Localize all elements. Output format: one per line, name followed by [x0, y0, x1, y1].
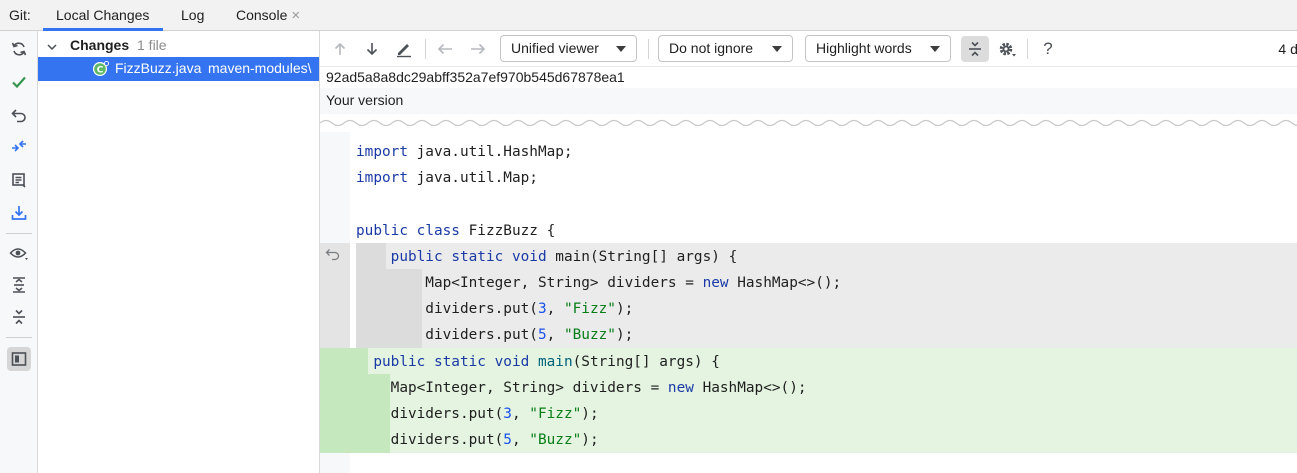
added-code-line: Map<Integer, String> dividers = new Hash… — [356, 379, 807, 396]
tab-local-changes[interactable]: Local Changes — [43, 0, 163, 31]
your-version-label: Your version — [326, 92, 404, 108]
viewer-mode-dropdown[interactable]: Unified viewer — [500, 35, 637, 62]
removed-code-line: dividers.put(5, "Buzz"); — [356, 327, 634, 344]
toolbar-separator — [425, 39, 426, 59]
help-icon[interactable]: ? — [1036, 37, 1060, 61]
chevron-down-icon — [616, 46, 626, 52]
code-line: import java.util.Map; — [356, 170, 538, 187]
added-code-line: dividers.put(5, "Buzz"); — [356, 432, 599, 449]
forward-arrow-icon[interactable] — [466, 37, 490, 61]
chevron-down-icon — [772, 46, 782, 52]
viewer-mode-value: Unified viewer — [511, 40, 599, 56]
toolbar-separator — [6, 233, 32, 234]
refresh-icon[interactable] — [7, 37, 31, 61]
chevron-down-icon — [930, 46, 940, 52]
revert-change-icon[interactable] — [324, 246, 342, 265]
collapse-all-icon[interactable] — [7, 305, 31, 329]
removed-code-line: dividers.put(3, "Fizz"); — [356, 301, 634, 318]
file-name: FizzBuzz.java — [115, 60, 202, 76]
chevron-down-icon[interactable] — [46, 40, 58, 56]
tree-file-item[interactable]: C FizzBuzz.java maven-modules\ — [38, 57, 319, 81]
code-line: public class FizzBuzz { — [356, 222, 556, 239]
differences-count: 4 di — [1278, 41, 1297, 57]
eye-view-options-icon[interactable] — [7, 241, 31, 265]
toolbar-separator — [1027, 39, 1028, 59]
update-download-icon[interactable] — [7, 201, 31, 225]
revision-hash: 92ad5a8a8dc29abff352a7ef970b545d67878ea1 — [326, 69, 625, 85]
next-difference-icon[interactable] — [360, 37, 384, 61]
previous-difference-icon[interactable] — [328, 37, 352, 61]
changes-tree: Changes 1 file C FizzBuzz.java maven-mod… — [38, 31, 320, 473]
highlight-mode-dropdown[interactable]: Highlight words — [805, 35, 951, 62]
close-tab-icon[interactable]: × — [291, 7, 300, 24]
removed-code-line: public static void main(String[] args) { — [390, 248, 738, 265]
highlight-mode-value: Highlight words — [816, 40, 912, 56]
code-line: import java.util.HashMap; — [356, 144, 573, 160]
edit-source-icon[interactable] — [392, 37, 416, 61]
file-path: maven-modules\ — [208, 60, 312, 76]
changelist-node-changes[interactable]: Changes 1 file — [38, 34, 319, 58]
added-lines-gutter — [320, 348, 350, 453]
rollback-icon[interactable] — [7, 103, 31, 127]
removed-code-line: Map<Integer, String> dividers = new Hash… — [356, 275, 842, 291]
commit-check-icon[interactable] — [7, 70, 31, 94]
changes-toolbar — [0, 31, 38, 473]
back-arrow-icon[interactable] — [433, 37, 457, 61]
git-tool-window-label: Git: — [9, 7, 31, 23]
added-code-line: dividers.put(3, "Fizz"); — [356, 406, 599, 422]
ignore-whitespace-dropdown[interactable]: Do not ignore — [658, 35, 793, 62]
toolbar-separator — [6, 337, 32, 338]
shelf-icon[interactable] — [7, 168, 31, 192]
diff-toolbar: Unified viewer Do not ignore Highlight w… — [320, 31, 1297, 67]
your-version-header — [320, 88, 1297, 114]
merge-arrows-icon[interactable] — [7, 134, 31, 158]
added-code-line: public static void main(String[] args) { — [373, 353, 720, 370]
changelist-count: 1 file — [137, 37, 167, 53]
preview-diff-icon[interactable] — [7, 347, 31, 371]
toolbar-separator — [648, 39, 649, 59]
tool-window-header: Git: Local Changes Log Console × — [0, 0, 1297, 31]
tab-console[interactable]: Console × — [223, 0, 323, 31]
java-class-icon: C — [92, 60, 110, 81]
expand-all-icon[interactable] — [7, 273, 31, 297]
changelist-label: Changes — [70, 37, 130, 53]
svg-text:C: C — [97, 66, 104, 76]
collapse-unchanged-icon[interactable] — [961, 36, 989, 62]
collapsed-lines-divider[interactable] — [320, 114, 1297, 132]
gear-icon[interactable] — [995, 37, 1019, 61]
ignore-mode-value: Do not ignore — [669, 40, 754, 56]
tab-log[interactable]: Log — [168, 0, 218, 31]
